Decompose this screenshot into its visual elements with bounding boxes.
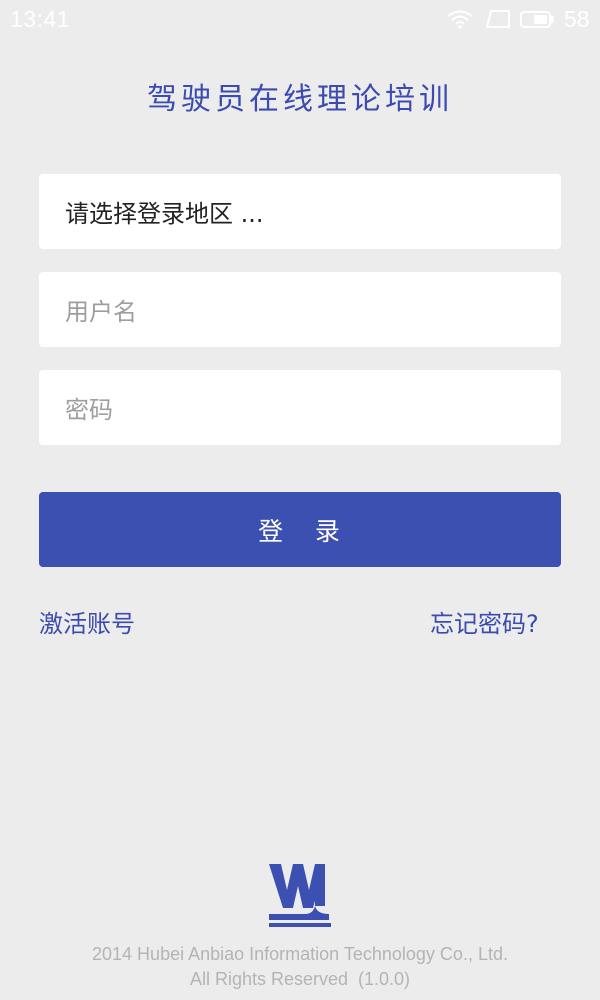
battery-icon [520, 11, 554, 28]
wifi-icon [447, 10, 473, 29]
login-button-label: 登 录 [258, 516, 342, 546]
activate-account-link[interactable]: 激活账号 [39, 604, 135, 639]
password-placeholder: 密码 [65, 396, 113, 424]
region-select-label: 请选择登录地区 ... [65, 200, 264, 228]
screen-rotate-icon [485, 10, 510, 28]
region-select[interactable]: 请选择登录地区 ... [39, 174, 561, 249]
username-placeholder: 用户名 [65, 298, 137, 326]
login-button[interactable]: 登 录 [39, 492, 561, 567]
copyright-line-2: All Rights Reserved (1.0.0) [189, 969, 411, 989]
status-bar: 13:41 58 [0, 0, 600, 40]
battery-level: 58 [564, 6, 590, 32]
copyright-line-1: 2014 Hubei Anbiao Information Technology… [92, 944, 508, 964]
username-field[interactable]: 用户名 [39, 272, 561, 347]
status-time: 13:41 [10, 6, 71, 32]
password-field[interactable]: 密码 [39, 370, 561, 445]
forgot-password-link[interactable]: 忘记密码? [430, 604, 539, 639]
page-title: 驾驶员在线理论培训 [147, 82, 453, 117]
wj-logo-icon [269, 864, 331, 927]
